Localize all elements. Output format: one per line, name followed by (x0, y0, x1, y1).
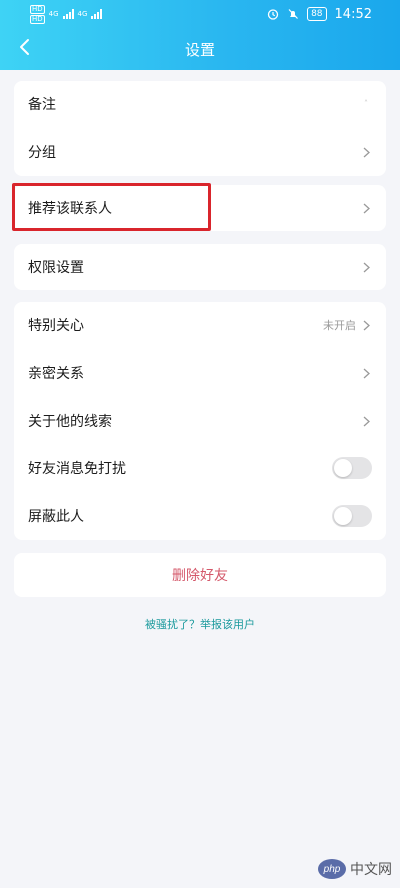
row-label: 特别关心 (28, 318, 84, 334)
status-left: HD HD 4G 4G (30, 4, 103, 24)
toggle-knob (334, 459, 352, 477)
watermark-text: 中文网 (350, 862, 392, 878)
row-permission-settings[interactable]: 权限设置 (14, 244, 386, 290)
delete-friend-button[interactable]: 删除好友 (14, 553, 386, 597)
row-label: 屏蔽此人 (28, 509, 84, 525)
status-right: 88 14:52 (267, 5, 372, 23)
report-user-link[interactable]: 被骚扰了？举报该用户 (0, 616, 400, 632)
small-dot-icon: ˄ (364, 99, 368, 108)
nav-bar: 设置 (0, 30, 400, 66)
sim2-label: HD (30, 14, 45, 24)
signal1-icon (62, 9, 74, 19)
chevron-right-icon (363, 262, 370, 273)
sim1-label: HD (30, 4, 45, 14)
sim-icons: HD HD (30, 4, 45, 24)
row-label: 推荐该联系人 (28, 201, 112, 217)
settings-group-recommend: 推荐该联系人 (14, 185, 386, 231)
row-do-not-disturb: 好友消息免打扰 (14, 445, 386, 491)
alarm-icon (267, 9, 279, 20)
row-label: 分组 (28, 145, 56, 161)
row-block-person: 屏蔽此人 (14, 493, 386, 539)
page-title: 设置 (184, 41, 215, 59)
battery-indicator: 88 (307, 7, 327, 21)
chevron-right-icon (363, 320, 370, 331)
status-bar: HD HD 4G 4G 88 14:52 (0, 0, 400, 28)
chevron-right-icon (363, 416, 370, 427)
block-person-toggle[interactable] (332, 505, 372, 527)
do-not-disturb-toggle[interactable] (332, 457, 372, 479)
row-label: 关于他的线索 (28, 414, 112, 430)
chevron-right-icon (363, 368, 370, 379)
mute-bell-icon (288, 9, 299, 19)
row-label: 备注 (28, 97, 56, 113)
signal2-icon (91, 9, 103, 19)
row-label: 权限设置 (28, 260, 84, 276)
row-recommend-contact[interactable]: 推荐该联系人 (14, 185, 386, 231)
row-clues-about-him[interactable]: 关于他的线索 (14, 398, 386, 444)
row-group[interactable]: 分组 (14, 129, 386, 175)
chevron-right-icon (363, 147, 370, 158)
header-bar: HD HD 4G 4G 88 14:52 设置 (0, 0, 400, 70)
network1-label: 4G (48, 10, 59, 18)
row-remark[interactable]: 备注 ˄ (14, 81, 386, 127)
row-intimate-relation[interactable]: 亲密关系 (14, 350, 386, 396)
delete-friend-label: 删除好友 (172, 568, 228, 584)
chevron-right-icon (363, 203, 370, 214)
watermark: php 中文网 (318, 856, 392, 882)
network2-label: 4G (77, 10, 88, 18)
php-logo-icon: php (318, 859, 346, 879)
row-label: 亲密关系 (28, 366, 84, 382)
clock: 14:52 (334, 6, 372, 22)
special-care-status: 未开启 (323, 319, 356, 332)
row-special-care[interactable]: 特别关心 未开启 (14, 302, 386, 348)
settings-group-basic: 备注 ˄ 分组 (14, 81, 386, 176)
row-label: 好友消息免打扰 (28, 461, 126, 477)
settings-group-relationship: 特别关心 未开启 亲密关系 关于他的线索 好友消息免打扰 屏蔽此人 (14, 302, 386, 540)
settings-group-permission: 权限设置 (14, 244, 386, 290)
toggle-knob (334, 507, 352, 525)
